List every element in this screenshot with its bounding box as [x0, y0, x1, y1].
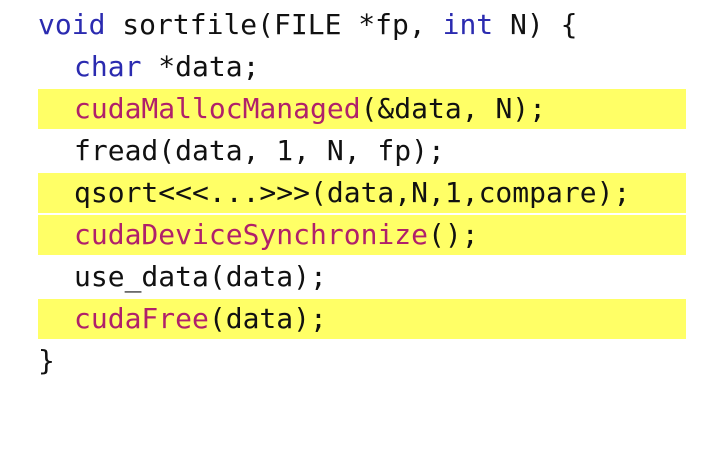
code-line-use-data: use_data(data); — [0, 256, 707, 298]
cuda-function-token: cudaMallocManaged — [74, 92, 361, 125]
code-line-text: use_data(data); — [74, 256, 327, 298]
code-line-qsort-kernel: qsort<<<...>>>(data,N,1,compare); — [0, 172, 707, 214]
code-line-declaration: char *data; — [0, 46, 707, 88]
code-line-text: } — [38, 340, 55, 382]
code-line-fread: fread(data, 1, N, fp); — [0, 130, 707, 172]
code-line-cuda-free: cudaFree(data); — [0, 298, 707, 340]
code-line-text: cudaDeviceSynchronize(); — [74, 214, 479, 256]
plain-token: } — [38, 344, 55, 377]
keyword-token: void — [38, 8, 106, 41]
keyword-token: int — [442, 8, 494, 41]
cuda-function-token: cudaDeviceSynchronize — [74, 218, 429, 251]
code-line-function-signature: void sortfile(FILE *fp, int N) { — [0, 4, 707, 46]
plain-token: (); — [428, 218, 479, 251]
keyword-token: char — [74, 50, 142, 83]
code-line-device-synchronize: cudaDeviceSynchronize(); — [0, 214, 707, 256]
plain-token: qsort<<<...>>>(data,N,1,compare); — [74, 176, 631, 209]
code-listing: void sortfile(FILE *fp, int N) { char *d… — [0, 0, 707, 403]
plain-token: fread(data, 1, N, fp); — [74, 134, 445, 167]
code-line-text: cudaFree(data); — [74, 298, 327, 340]
plain-token: *data; — [141, 50, 260, 83]
code-line-text: qsort<<<...>>>(data,N,1,compare); — [74, 172, 630, 214]
plain-token: (data); — [208, 302, 327, 335]
plain-token: N) { — [493, 8, 578, 41]
plain-token: sortfile(FILE *fp, — [105, 8, 443, 41]
plain-token: (&data, N); — [360, 92, 547, 125]
plain-token: use_data(data); — [74, 260, 327, 293]
code-line-text: void sortfile(FILE *fp, int N) { — [38, 4, 577, 46]
code-line-text: char *data; — [74, 46, 259, 88]
code-line-text: fread(data, 1, N, fp); — [74, 130, 445, 172]
code-line-closing-brace: } — [0, 340, 707, 382]
code-line-text: cudaMallocManaged(&data, N); — [74, 88, 546, 130]
cuda-function-token: cudaFree — [74, 302, 209, 335]
code-line-malloc-managed: cudaMallocManaged(&data, N); — [0, 88, 707, 130]
